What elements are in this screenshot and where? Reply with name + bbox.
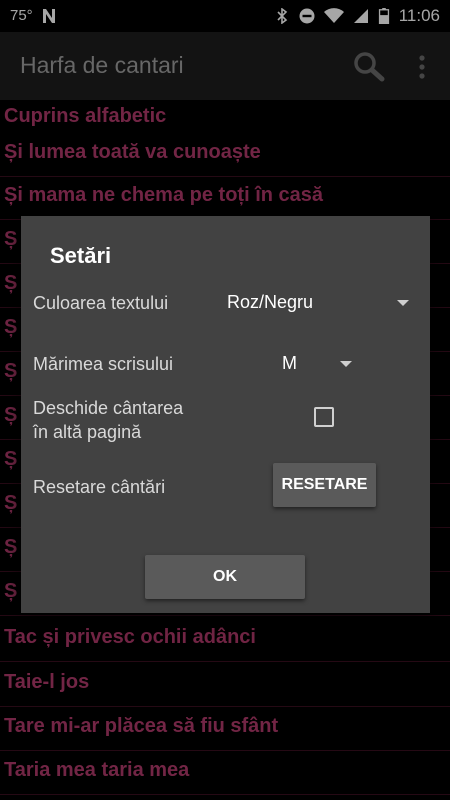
chevron-down-icon xyxy=(397,300,409,306)
open-song-label-line2: în altă pagină xyxy=(33,422,142,442)
font-size-label: Mărimea scrisului xyxy=(33,354,174,374)
font-size-value: M xyxy=(282,353,297,373)
reset-label: Resetare cântări xyxy=(33,477,166,497)
text-color-value: Roz/Negru xyxy=(227,292,314,312)
ok-button[interactable]: OK xyxy=(145,555,305,599)
reset-button[interactable]: RESETARE xyxy=(273,463,376,507)
text-color-dropdown[interactable]: Roz/Negru xyxy=(221,284,421,322)
text-color-label: Culoarea textului xyxy=(33,293,169,313)
font-size-dropdown[interactable]: M xyxy=(276,344,366,382)
open-song-label-line1: Deschide cântarea xyxy=(33,398,184,418)
chevron-down-icon xyxy=(340,361,352,367)
open-song-checkbox[interactable] xyxy=(314,407,334,427)
settings-dialog: Setări Culoarea textului Roz/Negru Mărim… xyxy=(21,216,430,613)
dialog-title: Setări xyxy=(50,243,112,268)
